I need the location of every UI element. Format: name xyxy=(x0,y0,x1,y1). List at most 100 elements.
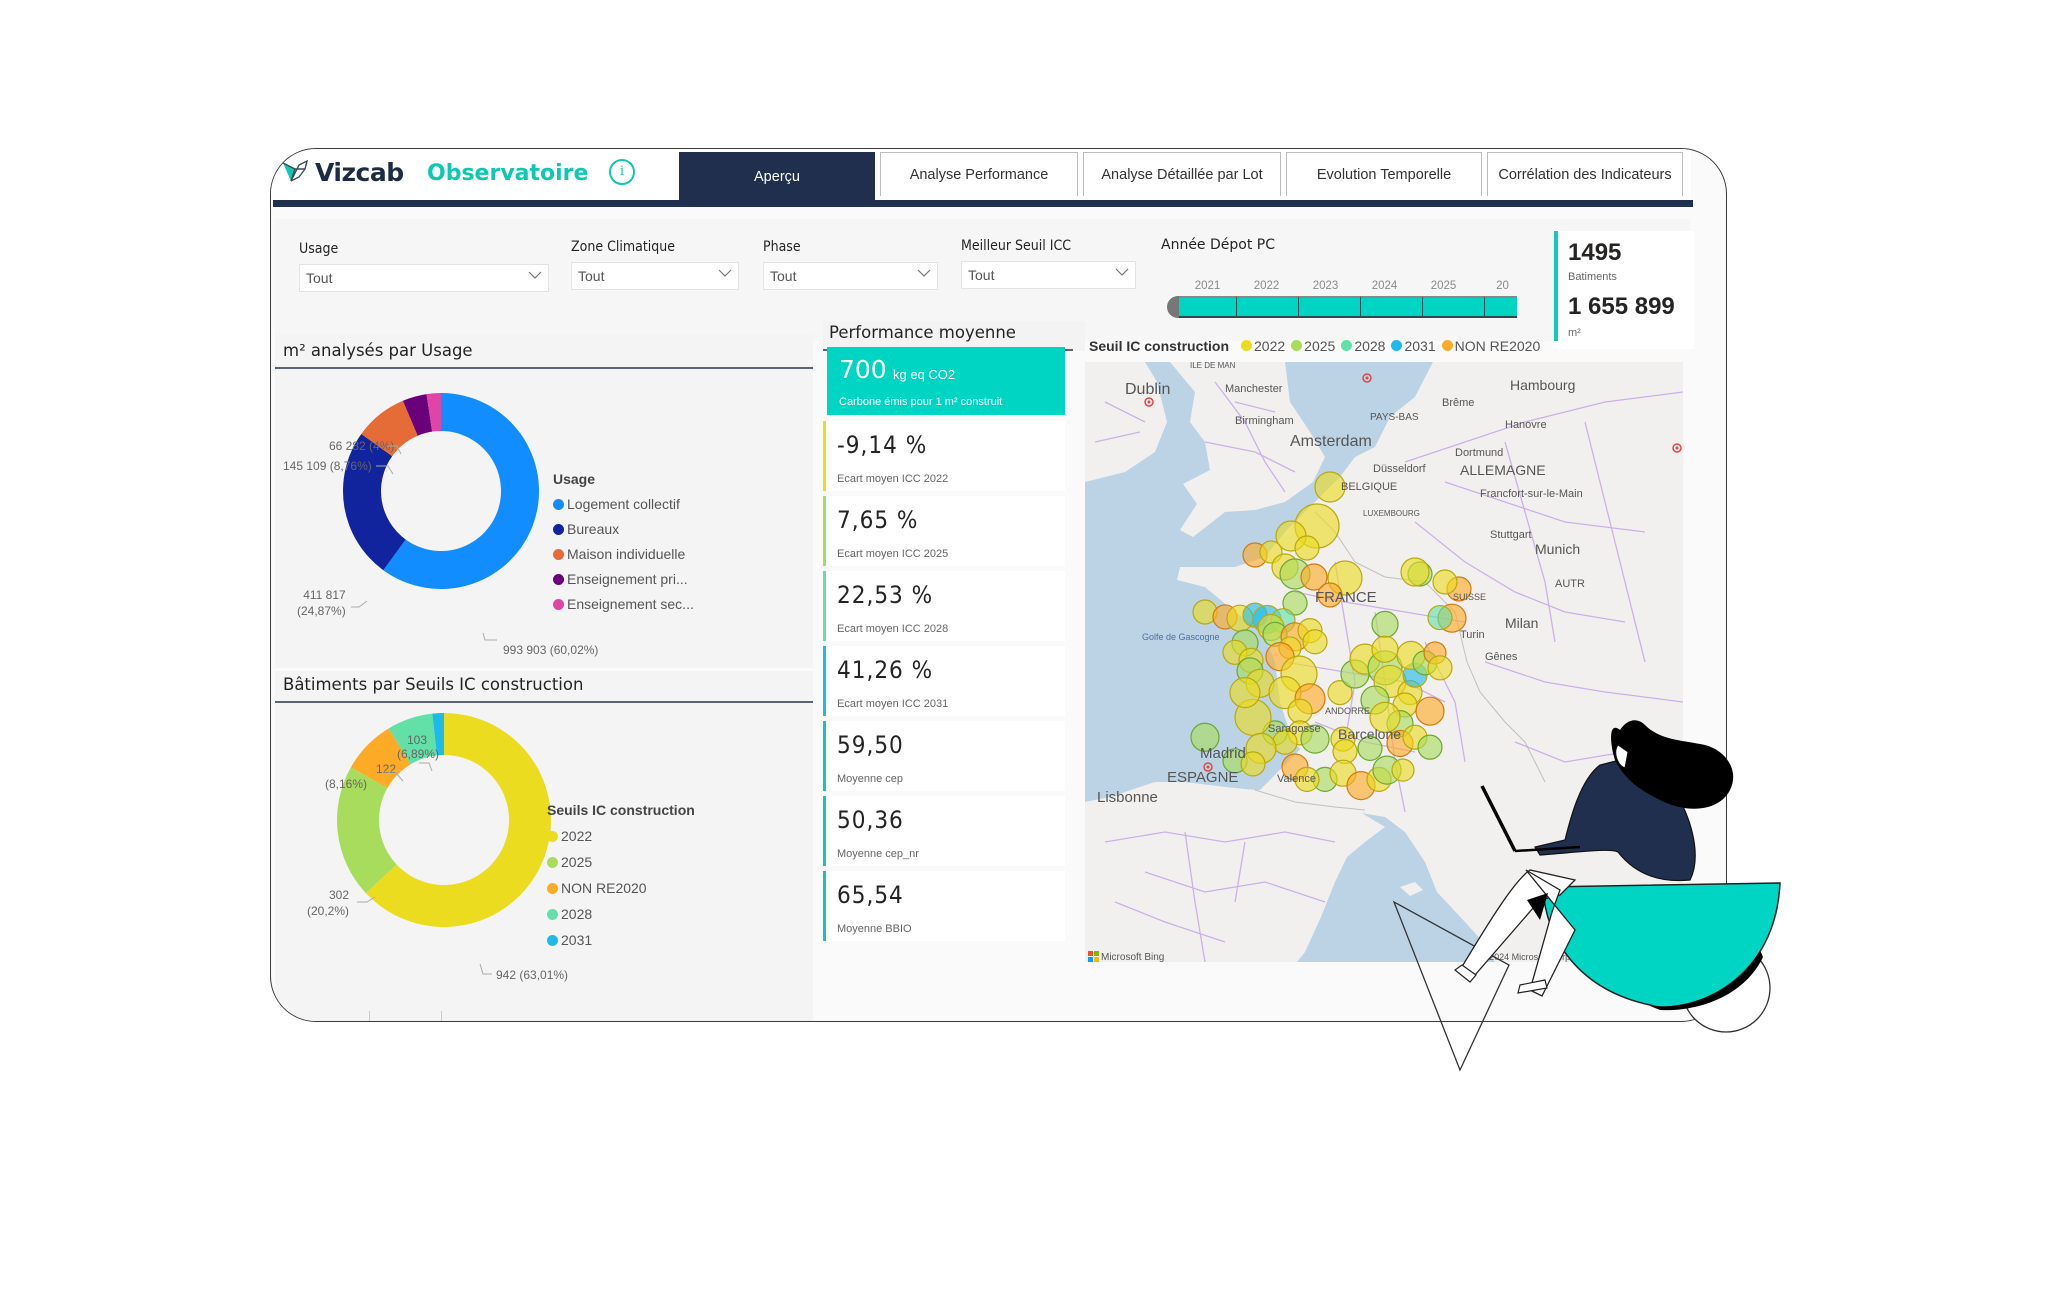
map-place-label: Saragosse xyxy=(1268,723,1321,735)
tab-analyse-detaillee-par-lot[interactable]: Analyse Détaillée par Lot xyxy=(1083,152,1281,196)
year-tick: 2023 xyxy=(1312,280,1339,292)
performance-card: 41,26 % Ecart moyen ICC 2031 xyxy=(823,646,1065,716)
map-place-label: Madrid xyxy=(1200,745,1246,762)
map-place-label: Stuttgart xyxy=(1490,529,1532,541)
map-legend-item[interactable]: NON RE2020 xyxy=(1441,338,1540,354)
map-place-label: Hambourg xyxy=(1510,377,1575,393)
map-bubble-marker[interactable] xyxy=(1391,758,1415,782)
map-place-label: LUXEMBOURG xyxy=(1363,509,1420,518)
filter-annee-label: Année Dépot PC xyxy=(1161,237,1276,253)
performance-card-accent xyxy=(823,571,826,641)
performance-card-accent xyxy=(823,421,826,491)
legend-label: 2022 xyxy=(561,828,593,844)
legend-dot-icon xyxy=(547,856,558,868)
map-bubble-marker[interactable] xyxy=(1371,635,1399,663)
map-place-label: Birmingham xyxy=(1235,415,1294,427)
map-bubble-marker[interactable] xyxy=(1432,569,1458,595)
map-place-label: FRANCE xyxy=(1315,589,1377,606)
map-place-label: PAYS-BAS xyxy=(1370,412,1419,423)
performance-card-label: Ecart moyen ICC 2022 xyxy=(837,473,949,485)
filter-seuil-label: Meilleur Seuil ICC xyxy=(961,238,1072,254)
tab-evolution-temporelle[interactable]: Evolution Temporelle xyxy=(1286,152,1482,196)
slider-handle[interactable] xyxy=(1167,296,1179,318)
performance-card-label: Ecart moyen ICC 2028 xyxy=(837,623,949,635)
year-segment[interactable] xyxy=(1485,296,1517,318)
kpi-batiments-value: 1495 xyxy=(1568,239,1622,266)
legend-label: 2031 xyxy=(561,932,593,948)
chevron-down-icon xyxy=(917,269,931,277)
map-attribution-bing: Microsoft Bing xyxy=(1101,952,1164,962)
legend-dot-icon xyxy=(547,882,558,894)
performance-card-value: -9,14 % xyxy=(837,431,928,459)
map-bubble-marker[interactable] xyxy=(1415,696,1445,726)
performance-card-label: Ecart moyen ICC 2031 xyxy=(837,698,949,710)
year-tick: 2021 xyxy=(1194,280,1221,292)
performance-card-value: 65,54 xyxy=(837,881,904,909)
map-place-label: ANDORRE xyxy=(1325,706,1370,716)
legend-dot-icon xyxy=(547,934,558,946)
map-bubble-marker[interactable] xyxy=(1400,557,1430,587)
map-bubble-marker[interactable] xyxy=(1302,629,1328,655)
seuils-legend-item[interactable]: NON RE2020 xyxy=(547,880,695,896)
map-legend-item[interactable]: 2025 xyxy=(1291,338,1335,354)
carbon-label: Carbone émis pour 1 m² construit xyxy=(839,396,1003,408)
map-place-label: Manchester xyxy=(1225,383,1283,395)
performance-card-label: Ecart moyen ICC 2025 xyxy=(837,548,949,560)
map-legend-item[interactable]: 2022 xyxy=(1241,338,1285,354)
seuil-dropdown[interactable]: Tout xyxy=(961,261,1136,289)
legend-dot-icon xyxy=(1291,340,1303,351)
performance-card-accent xyxy=(823,796,826,866)
map-bubble-marker[interactable] xyxy=(1427,604,1453,631)
map-bubble-marker[interactable] xyxy=(1229,677,1261,709)
performance-card: 59,50 Moyenne cep xyxy=(823,721,1065,791)
map-bubble-marker[interactable] xyxy=(1371,610,1399,638)
map-place-label: Munich xyxy=(1535,541,1580,557)
performance-card: 7,65 % Ecart moyen ICC 2025 xyxy=(823,496,1065,566)
year-segment[interactable] xyxy=(1423,296,1485,318)
map-place-label: Amsterdam xyxy=(1290,433,1372,450)
seuils-legend-item[interactable]: 2031 xyxy=(547,932,695,948)
kpi-card: 1495 Batiments 1 655 899 m² xyxy=(1554,231,1694,349)
kpi-accent-bar xyxy=(1554,231,1558,341)
map-place-label: SUISSE xyxy=(1453,592,1486,602)
seuils-legend-item[interactable]: 2022 xyxy=(547,828,695,844)
map-bubble-marker[interactable] xyxy=(1287,698,1313,724)
seuils-legend-title: Seuils IC construction xyxy=(547,802,695,818)
map-place-label: BELGIQUE xyxy=(1341,481,1397,493)
map-bubble-marker[interactable] xyxy=(1427,655,1453,681)
year-segment[interactable] xyxy=(1177,296,1237,318)
map-place-label: Dortmund xyxy=(1455,447,1503,459)
performance-card-value: 7,65 % xyxy=(837,506,919,534)
chevron-down-icon xyxy=(1115,268,1129,276)
year-ticks: 2021 2022 2023 2024 2025 20 xyxy=(1178,280,1532,292)
year-segment[interactable] xyxy=(1299,296,1361,318)
seuils-legend-item[interactable]: 2028 xyxy=(547,906,695,922)
seuils-legend-item[interactable]: 2025 xyxy=(547,854,695,870)
bubble-map[interactable]: ÎLE DE MAN Dublin Manchester Birmingham Amst… xyxy=(1085,362,1683,962)
legend-label: 2025 xyxy=(561,854,593,870)
performance-card-label: Moyenne BBIO xyxy=(837,923,912,935)
map-attribution-microsoft: © 2024 Microsoft Corporation xyxy=(1480,952,1598,962)
year-track[interactable] xyxy=(1167,296,1521,318)
map-place-label: ALLEMAGNE xyxy=(1460,462,1546,478)
map-canvas[interactable]: ÎLE DE MAN Dublin Manchester Birmingham Amst… xyxy=(1085,362,1683,962)
map-legend-item[interactable]: 2031 xyxy=(1391,338,1436,354)
legend-dot-icon xyxy=(1241,340,1253,351)
legend-dot-icon xyxy=(547,908,558,920)
tab-analyse-performance[interactable]: Analyse Performance xyxy=(880,152,1078,196)
tab-correlation-des-indicateurs[interactable]: Corrélation des Indicateurs xyxy=(1487,152,1683,196)
year-segment[interactable] xyxy=(1361,296,1423,318)
performance-card-label: Moyenne cep_nr xyxy=(837,848,919,860)
performance-card: -9,14 % Ecart moyen ICC 2022 xyxy=(823,421,1065,491)
performance-card: 22,53 % Ecart moyen ICC 2028 xyxy=(823,571,1065,641)
map-bubble-marker[interactable] xyxy=(1417,734,1443,760)
map-bubble-marker[interactable] xyxy=(1294,535,1320,561)
year-tick: 2022 xyxy=(1253,280,1280,292)
year-slider[interactable]: 2021 2022 2023 2024 2025 20 xyxy=(1167,280,1521,318)
legend-label: NON RE2020 xyxy=(561,880,647,896)
performance-card-accent xyxy=(823,721,826,791)
performance-card-value: 59,50 xyxy=(837,731,904,759)
map-legend-item[interactable]: 2028 xyxy=(1341,338,1385,354)
year-segment[interactable] xyxy=(1237,296,1299,318)
dashboard-frame: Vizcab Observatoire i Aperçu Analyse Per… xyxy=(270,148,1727,1022)
